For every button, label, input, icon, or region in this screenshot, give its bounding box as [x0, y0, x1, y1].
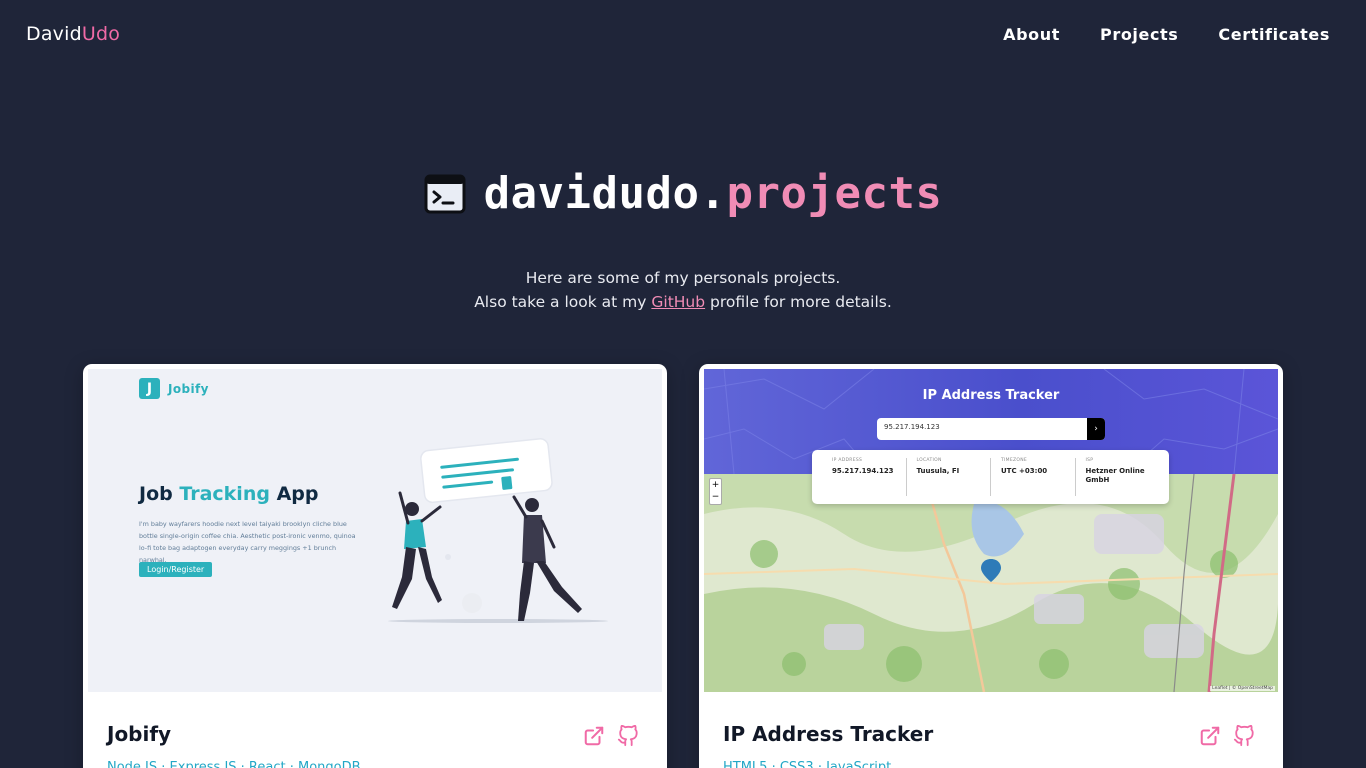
jobify-heading-c: App	[269, 483, 319, 505]
hero-heading-second: projects	[726, 168, 943, 219]
jobify-logo-mark: J	[139, 378, 160, 399]
jobify-heading-a: Job	[139, 483, 180, 505]
nav-link-certificates[interactable]: Certificates	[1218, 25, 1330, 44]
ip-info-value: 95.217.194.123	[832, 467, 894, 475]
ip-info-label: IP ADDRESS	[832, 458, 863, 463]
jobify-heading-b: Tracking	[179, 483, 270, 505]
ip-info-column: LOCATION Tuusula, FI	[907, 458, 991, 496]
jobify-illustration	[388, 438, 608, 623]
ip-info-label: LOCATION	[916, 458, 942, 463]
navbar: DavidUdo About Projects Certificates	[0, 0, 1366, 68]
hero-heading-first: davidudo.	[483, 168, 727, 219]
project-title: Jobify	[107, 722, 172, 746]
page-title: davidudo.projects	[0, 168, 1366, 219]
project-title: IP Address Tracker	[723, 722, 934, 746]
hero-heading: davidudo.projects	[484, 168, 943, 219]
terminal-icon	[424, 174, 466, 214]
project-actions	[583, 725, 639, 747]
hero-line-1: Here are some of my personals projects.	[525, 269, 841, 287]
hero-line-2: Also take a look at my GitHub profile fo…	[0, 290, 1366, 314]
logo-first: David	[26, 23, 82, 45]
project-card-jobify: J Jobify Job Tracking App I'm baby wayfa…	[83, 364, 667, 768]
map-attribution: Leaflet | © OpenStreetMap	[1210, 686, 1275, 691]
github-icon[interactable]	[617, 725, 639, 747]
jobify-logo-name: Jobify	[168, 381, 209, 396]
project-thumbnail[interactable]: IP Address Tracker 95.217.194.123 › IP A…	[704, 369, 1278, 692]
project-tags: HTML5 · CSS3 · JavaScript	[723, 760, 892, 768]
site-logo[interactable]: DavidUdo	[26, 23, 120, 45]
ip-info-panel: IP ADDRESS 95.217.194.123 LOCATION Tuusu…	[812, 450, 1169, 504]
ip-search-button: ›	[1087, 418, 1105, 440]
nav-link-about[interactable]: About	[1003, 25, 1060, 44]
ip-info-column: IP ADDRESS 95.217.194.123	[822, 458, 907, 496]
jobify-logo: J Jobify	[139, 378, 209, 399]
external-link-icon[interactable]	[583, 725, 605, 747]
logo-second: Udo	[81, 23, 121, 45]
ip-info-value: Hetzner Online GmbH	[1085, 467, 1145, 484]
map-image	[704, 474, 1278, 692]
jobify-paragraph: I'm baby wayfarers hoodie next level tai…	[139, 520, 356, 564]
external-link-icon[interactable]	[1199, 725, 1221, 747]
ip-info-value: Tuusula, FI	[916, 467, 960, 475]
ip-info-value: UTC +03:00	[1001, 467, 1048, 475]
nav-links: About Projects Certificates	[1003, 25, 1330, 44]
ip-search-input: 95.217.194.123 ›	[877, 418, 1105, 440]
map-zoom-control: + −	[709, 478, 722, 505]
github-icon[interactable]	[1233, 725, 1255, 747]
ip-search-value: 95.217.194.123	[884, 423, 940, 431]
ip-info-label: ISP	[1085, 458, 1094, 463]
project-card-ip-tracker: IP Address Tracker 95.217.194.123 › IP A…	[699, 364, 1283, 768]
ip-info-column: ISP Hetzner Online GmbH	[1076, 458, 1160, 496]
hero-subtitle: Here are some of my personals projects. …	[0, 266, 1366, 314]
github-profile-link[interactable]: GitHub	[651, 293, 705, 311]
hero-line-2-before: Also take a look at my	[474, 293, 652, 311]
project-thumbnail[interactable]: J Jobify Job Tracking App I'm baby wayfa…	[88, 369, 662, 692]
ip-info-label: TIMEZONE	[1001, 458, 1028, 463]
nav-link-projects[interactable]: Projects	[1100, 25, 1178, 44]
project-actions	[1199, 725, 1255, 747]
jobify-heading: Job Tracking App	[139, 483, 318, 505]
project-tags: Node.JS · Express.JS · React · MongoDB	[107, 760, 361, 768]
ip-info-column: TIMEZONE UTC +03:00	[991, 458, 1076, 496]
ip-tracker-title: IP Address Tracker	[922, 388, 1060, 403]
jobify-login-button: Login/Register	[139, 562, 213, 577]
hero-line-2-after: profile for more details.	[705, 293, 892, 311]
